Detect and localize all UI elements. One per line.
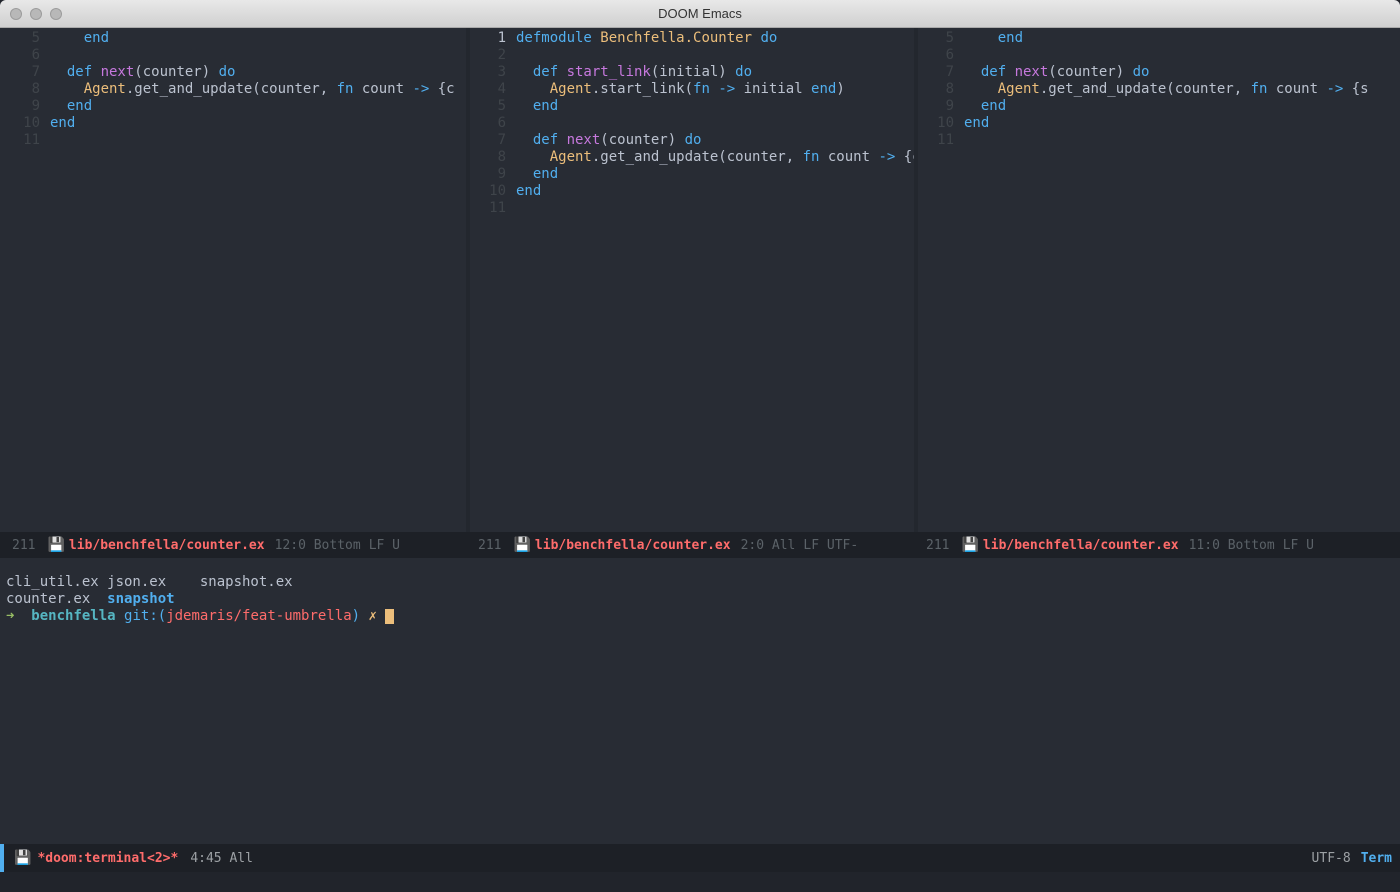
terminal-cursor [385,609,394,624]
major-mode: Term [1361,851,1392,866]
editor-pane-3[interactable]: 567891011 end def next(counter) do Agent… [914,28,1400,558]
editor-panes-row: 567891011 end def next(counter) do Agent… [0,28,1400,558]
echo-area [0,872,1400,892]
code-area[interactable]: end def next(counter) do Agent.get_and_u… [50,28,466,532]
cursor-position: 12:0 Bottom [275,538,361,553]
terminal-modeline: 💾 *doom:terminal<2>* 4:45 All UTF-8 Term [0,844,1400,872]
window-number: 211 [4,538,43,553]
titlebar: DOOM Emacs [0,0,1400,28]
ls-output-line: cli_util.ex json.ex snapshot.ex [6,574,293,590]
buffer-name: *doom:terminal<2>* [37,851,178,866]
editor-buffer-3[interactable]: 567891011 end def next(counter) do Agent… [914,28,1400,532]
terminal-output[interactable]: cli_util.ex json.ex snapshot.ex counter.… [0,558,1400,844]
code-area[interactable]: end def next(counter) do Agent.get_and_u… [964,28,1400,532]
prompt-git-label: git: [124,608,158,624]
ls-output-highlight: snapshot [107,591,174,607]
modeline-2: 211 💾 lib/benchfella/counter.ex 2:0 All … [466,532,914,558]
line-number-gutter: 567891011 [914,28,964,532]
save-icon: 💾 [14,850,31,866]
ls-output-line: counter.ex [6,591,107,607]
workspace: 567891011 end def next(counter) do Agent… [0,28,1400,892]
window-number: 211 [470,538,509,553]
window-title: DOOM Emacs [0,6,1400,21]
line-number-gutter: 567891011 [0,28,50,532]
modeline-3: 211 💾 lib/benchfella/counter.ex 11:0 Bot… [914,532,1400,558]
encoding-info: LF U [1283,538,1314,553]
encoding-info: UTF-8 [1312,851,1351,866]
line-number-gutter: 1234567891011 [466,28,516,532]
prompt-directory: benchfella [31,608,115,624]
file-path: lib/benchfella/counter.ex [535,538,731,553]
code-area[interactable]: defmodule Benchfella.Counter do def star… [516,28,914,532]
file-path: lib/benchfella/counter.ex [983,538,1179,553]
editor-buffer-2[interactable]: 1234567891011 defmodule Benchfella.Count… [466,28,914,532]
save-icon: 💾 [961,537,978,553]
file-path: lib/benchfella/counter.ex [69,538,265,553]
cursor-position: 4:45 All [190,851,253,866]
cursor-position: 2:0 All [741,538,796,553]
encoding-info: LF U [369,538,400,553]
cursor-position: 11:0 Bottom [1189,538,1275,553]
terminal-pane[interactable]: cli_util.ex json.ex snapshot.ex counter.… [0,558,1400,892]
modeline-1: 211 💾 lib/benchfella/counter.ex 12:0 Bot… [0,532,466,558]
prompt-dirty-icon: ✗ [369,608,377,624]
editor-buffer-1[interactable]: 567891011 end def next(counter) do Agent… [0,28,466,532]
save-icon: 💾 [47,537,64,553]
encoding-info: LF UTF- [803,538,858,553]
prompt-git-branch: jdemaris/feat-umbrella [166,608,351,624]
editor-pane-2[interactable]: 1234567891011 defmodule Benchfella.Count… [466,28,914,558]
window-number: 211 [918,538,957,553]
save-icon: 💾 [513,537,530,553]
prompt-arrow-icon: ➜ [6,608,14,624]
editor-pane-1[interactable]: 567891011 end def next(counter) do Agent… [0,28,466,558]
